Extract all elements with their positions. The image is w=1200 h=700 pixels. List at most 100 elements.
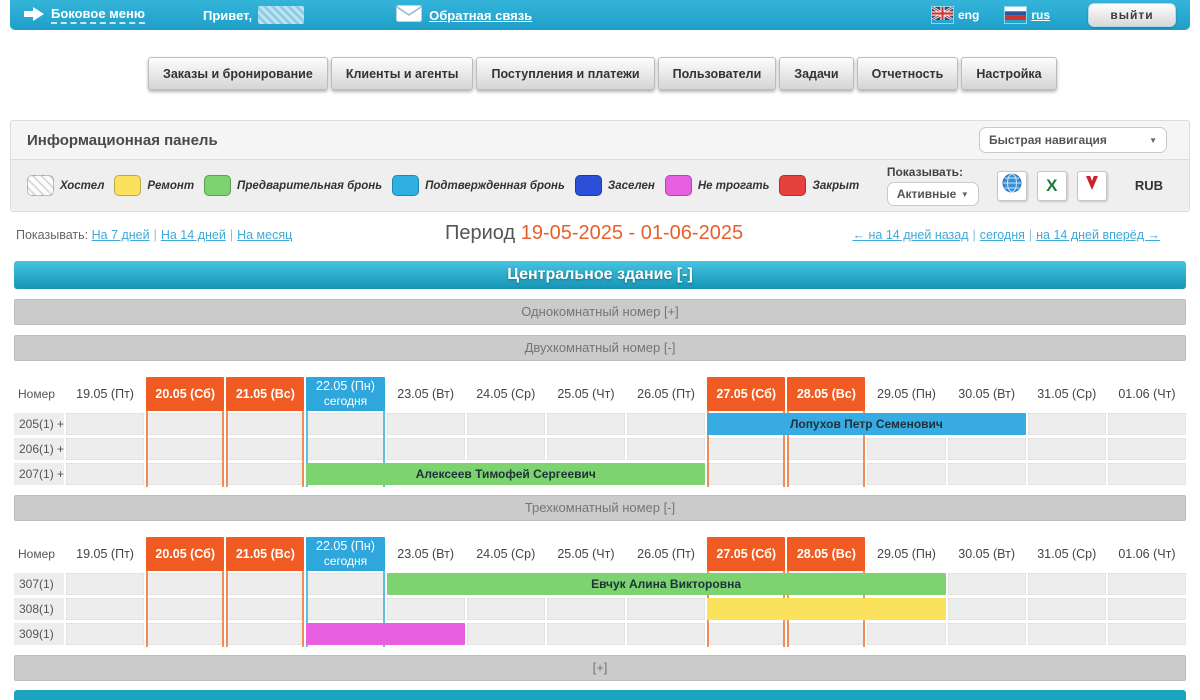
day-cell[interactable]: [66, 623, 144, 645]
day-cell[interactable]: [627, 598, 705, 620]
section-header[interactable]: Двухкомнатный номер [-]: [14, 335, 1186, 361]
day-cell[interactable]: [948, 623, 1026, 645]
side-menu-toggle[interactable]: Боковое меню: [24, 6, 145, 24]
day-cell[interactable]: [948, 463, 1026, 485]
logout-button[interactable]: выйти: [1088, 3, 1176, 27]
day-cell[interactable]: [467, 598, 545, 620]
section-header[interactable]: Трехкомнатный номер [-]: [14, 495, 1186, 521]
day-cell[interactable]: [467, 413, 545, 435]
day-cell[interactable]: [787, 623, 865, 645]
day-cell[interactable]: [306, 573, 384, 595]
feedback-link[interactable]: Обратная связь: [396, 5, 532, 25]
nav-tab[interactable]: Клиенты и агенты: [331, 57, 474, 90]
next-building-bar[interactable]: [14, 690, 1186, 700]
side-menu-label[interactable]: Боковое меню: [51, 6, 145, 24]
room-label[interactable]: 308(1): [14, 598, 64, 620]
room-label[interactable]: 309(1): [14, 623, 64, 645]
day-cell[interactable]: [627, 413, 705, 435]
day-cell[interactable]: [707, 438, 785, 460]
day-cell[interactable]: [146, 438, 224, 460]
day-cell[interactable]: [787, 463, 865, 485]
day-cell[interactable]: [1108, 623, 1186, 645]
day-cell[interactable]: [306, 438, 384, 460]
day-cell[interactable]: [707, 463, 785, 485]
day-cell[interactable]: [306, 413, 384, 435]
day-cell[interactable]: [226, 463, 304, 485]
room-label[interactable]: 207(1) +: [14, 463, 64, 485]
day-cell[interactable]: [1028, 598, 1106, 620]
section-header[interactable]: Однокомнатный номер [+]: [14, 299, 1186, 325]
day-cell[interactable]: [547, 413, 625, 435]
day-cell[interactable]: [1028, 623, 1106, 645]
booking-bar[interactable]: [707, 598, 945, 620]
day-cell[interactable]: [707, 623, 785, 645]
day-cell[interactable]: [467, 623, 545, 645]
day-cell[interactable]: [387, 413, 465, 435]
day-cell[interactable]: [948, 438, 1026, 460]
day-cell[interactable]: [146, 573, 224, 595]
day-cell[interactable]: [226, 413, 304, 435]
booking-bar[interactable]: Евчук Алина Викторовна: [387, 573, 946, 595]
day-cell[interactable]: [387, 438, 465, 460]
day-cell[interactable]: [547, 598, 625, 620]
room-label[interactable]: 205(1) +: [14, 413, 64, 435]
status-filter-select[interactable]: Активные ▼: [887, 182, 979, 206]
nav-today-link[interactable]: сегодня: [980, 228, 1025, 242]
day-cell[interactable]: [867, 463, 945, 485]
export-excel-button[interactable]: X: [1037, 171, 1067, 201]
day-cell[interactable]: [226, 438, 304, 460]
day-cell[interactable]: [66, 463, 144, 485]
lang-eng-label[interactable]: eng: [958, 8, 979, 22]
lang-rus[interactable]: rus: [1005, 7, 1050, 23]
section-header[interactable]: [+]: [14, 655, 1186, 681]
day-cell[interactable]: [627, 623, 705, 645]
booking-bar[interactable]: [306, 623, 464, 645]
day-cell[interactable]: [306, 598, 384, 620]
range-link[interactable]: На 7 дней: [92, 228, 150, 242]
day-cell[interactable]: [1028, 463, 1106, 485]
nav-tab[interactable]: Отчетность: [857, 57, 959, 90]
day-cell[interactable]: [547, 623, 625, 645]
building-header[interactable]: Центральное здание [-]: [14, 261, 1186, 289]
day-cell[interactable]: [1108, 573, 1186, 595]
day-cell[interactable]: [867, 438, 945, 460]
nav-tab[interactable]: Заказы и бронирование: [148, 57, 328, 90]
day-cell[interactable]: [1108, 438, 1186, 460]
room-label[interactable]: 307(1): [14, 573, 64, 595]
day-cell[interactable]: [787, 438, 865, 460]
day-cell[interactable]: [1028, 413, 1106, 435]
day-cell[interactable]: [66, 413, 144, 435]
day-cell[interactable]: [146, 598, 224, 620]
lang-rus-label[interactable]: rus: [1031, 8, 1050, 22]
nav-back-link[interactable]: ← на 14 дней назад: [853, 228, 969, 242]
day-cell[interactable]: [948, 598, 1026, 620]
lang-eng[interactable]: eng: [932, 7, 979, 23]
day-cell[interactable]: [547, 438, 625, 460]
range-link[interactable]: На месяц: [237, 228, 292, 242]
day-cell[interactable]: [226, 598, 304, 620]
day-cell[interactable]: [948, 573, 1026, 595]
nav-forward-link[interactable]: на 14 дней вперёд →: [1036, 228, 1160, 242]
export-web-button[interactable]: [997, 171, 1027, 201]
booking-bar[interactable]: Лопухов Петр Семенович: [707, 413, 1026, 435]
nav-tab[interactable]: Поступления и платежи: [476, 57, 654, 90]
day-cell[interactable]: [146, 413, 224, 435]
day-cell[interactable]: [1028, 438, 1106, 460]
booking-bar[interactable]: Алексеев Тимофей Сергеевич: [306, 463, 705, 485]
day-cell[interactable]: [627, 438, 705, 460]
export-pdf-button[interactable]: [1077, 171, 1107, 201]
day-cell[interactable]: [66, 598, 144, 620]
day-cell[interactable]: [146, 623, 224, 645]
day-cell[interactable]: [226, 623, 304, 645]
nav-tab[interactable]: Задачи: [779, 57, 853, 90]
room-label[interactable]: 206(1) +: [14, 438, 64, 460]
day-cell[interactable]: [1108, 463, 1186, 485]
day-cell[interactable]: [1028, 573, 1106, 595]
range-link[interactable]: На 14 дней: [161, 228, 226, 242]
day-cell[interactable]: [467, 438, 545, 460]
day-cell[interactable]: [1108, 598, 1186, 620]
nav-tab[interactable]: Пользователи: [658, 57, 777, 90]
day-cell[interactable]: [867, 623, 945, 645]
day-cell[interactable]: [66, 438, 144, 460]
day-cell[interactable]: [226, 573, 304, 595]
